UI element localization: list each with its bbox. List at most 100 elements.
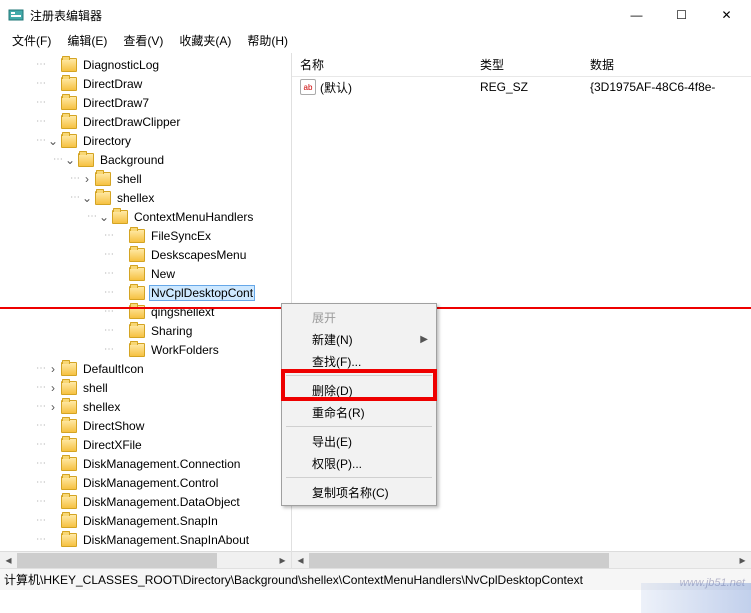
scroll-left-icon[interactable]: ◂ bbox=[0, 552, 17, 569]
col-data[interactable]: 数据 bbox=[582, 56, 751, 73]
maximize-button[interactable]: ☐ bbox=[659, 1, 704, 29]
separator bbox=[286, 426, 432, 427]
cell-name: ab (默认) bbox=[292, 79, 472, 96]
minimize-button[interactable]: — bbox=[614, 1, 659, 29]
tree-item[interactable]: ⋯⌄Background bbox=[0, 150, 291, 169]
tree-item[interactable]: ⋯⌄shellex bbox=[0, 188, 291, 207]
statusbar: 计算机\HKEY_CLASSES_ROOT\Directory\Backgrou… bbox=[0, 568, 751, 590]
collapse-icon[interactable]: ⌄ bbox=[81, 192, 93, 204]
folder-icon bbox=[61, 381, 77, 395]
folder-icon bbox=[61, 134, 77, 148]
ctx-export[interactable]: 导出(E) bbox=[284, 430, 434, 452]
tree-item[interactable]: ⋯ DiskManagement.DataObject bbox=[0, 492, 291, 511]
tree-item-label: NvCplDesktopCont bbox=[149, 285, 255, 301]
tree-item-label: WorkFolders bbox=[149, 342, 221, 358]
tree-item-label: DirectDrawClipper bbox=[81, 114, 182, 130]
tree-item[interactable]: ⋯DeskscapesMenu bbox=[0, 245, 291, 264]
tree-item[interactable]: ⋯ New bbox=[0, 264, 291, 283]
tree-item[interactable]: ⋯DirectShow bbox=[0, 416, 291, 435]
tree-item-label: DirectXFile bbox=[81, 437, 144, 453]
menu-file[interactable]: 文件(F) bbox=[4, 30, 59, 51]
tree-item[interactable]: ⋯›shell bbox=[0, 169, 291, 188]
tree-guide: ⋯ bbox=[53, 154, 62, 165]
tree-item[interactable]: ⋯DirectXFile bbox=[0, 435, 291, 454]
folder-icon bbox=[61, 77, 77, 91]
tree-item-label: DirectDraw7 bbox=[81, 95, 151, 111]
folder-icon bbox=[129, 248, 145, 262]
folder-icon bbox=[61, 514, 77, 528]
tree-guide: ⋯ bbox=[104, 287, 113, 298]
col-type[interactable]: 类型 bbox=[472, 56, 582, 73]
tree-guide: ⋯ bbox=[104, 268, 113, 279]
ctx-permissions[interactable]: 权限(P)... bbox=[284, 452, 434, 474]
tree-item[interactable]: ⋯DiskManagement.SnapInAbout bbox=[0, 530, 291, 549]
scroll-right-icon[interactable]: ▸ bbox=[734, 552, 751, 569]
tree-item-label: New bbox=[149, 266, 177, 282]
tree-item[interactable]: ⋯›DefaultIcon bbox=[0, 359, 291, 378]
scroll-thumb[interactable] bbox=[17, 553, 217, 568]
ctx-rename[interactable]: 重命名(R) bbox=[284, 401, 434, 423]
list-scrollbar[interactable]: ◂ ▸ bbox=[292, 551, 751, 568]
collapse-icon[interactable]: ⌄ bbox=[98, 211, 110, 223]
tree-item[interactable]: ⋯DiagnosticLog bbox=[0, 55, 291, 74]
tree-item[interactable]: ⋯Sharing bbox=[0, 321, 291, 340]
tree-item-label: DiagnosticLog bbox=[81, 57, 161, 73]
close-button[interactable]: ✕ bbox=[704, 1, 749, 29]
scroll-left-icon[interactable]: ◂ bbox=[292, 552, 309, 569]
string-value-icon: ab bbox=[300, 79, 316, 95]
collapse-icon[interactable]: ⌄ bbox=[64, 154, 76, 166]
tree-item[interactable]: ⋯WorkFolders bbox=[0, 340, 291, 359]
separator bbox=[286, 375, 432, 376]
col-name[interactable]: 名称 bbox=[292, 56, 472, 73]
tree-item[interactable]: ⋯DirectDraw bbox=[0, 74, 291, 93]
folder-icon bbox=[129, 343, 145, 357]
collapse-icon[interactable]: ⌄ bbox=[47, 135, 59, 147]
tree-item[interactable]: ⋯DiskManagement.Connection bbox=[0, 454, 291, 473]
menu-edit[interactable]: 编辑(E) bbox=[59, 30, 115, 51]
tree-guide: ⋯ bbox=[36, 420, 45, 431]
app-icon bbox=[8, 7, 24, 23]
folder-icon bbox=[61, 438, 77, 452]
expand-icon[interactable]: › bbox=[47, 401, 59, 413]
ctx-expand: 展开 bbox=[284, 306, 434, 328]
tree-item[interactable]: ⋯ NvCplDesktopCont bbox=[0, 283, 291, 302]
folder-icon bbox=[129, 286, 145, 300]
list-row[interactable]: ab (默认) REG_SZ {3D1975AF-48C6-4f8e- bbox=[292, 77, 751, 97]
expand-icon[interactable]: › bbox=[81, 173, 93, 185]
tree-item-label: shellex bbox=[81, 399, 122, 415]
menu-favorites[interactable]: 收藏夹(A) bbox=[171, 30, 239, 51]
tree-item[interactable]: ⋯›shell bbox=[0, 378, 291, 397]
tree-guide: ⋯ bbox=[36, 458, 45, 469]
tree-item-label: DiskManagement.DataObject bbox=[81, 494, 242, 510]
tree-guide: ⋯ bbox=[36, 477, 45, 488]
tree-item[interactable]: ⋯DiskManagement.Control bbox=[0, 473, 291, 492]
ctx-new[interactable]: 新建(N)▶ bbox=[284, 328, 434, 350]
menu-view[interactable]: 查看(V) bbox=[115, 30, 171, 51]
scroll-right-icon[interactable]: ▸ bbox=[274, 552, 291, 569]
folder-icon bbox=[61, 495, 77, 509]
expand-icon[interactable]: › bbox=[47, 382, 59, 394]
folder-icon bbox=[61, 476, 77, 490]
folder-icon bbox=[61, 400, 77, 414]
menu-help[interactable]: 帮助(H) bbox=[239, 30, 296, 51]
tree-item[interactable]: ⋯⌄Directory bbox=[0, 131, 291, 150]
tree-item[interactable]: ⋯DirectDraw7 bbox=[0, 93, 291, 112]
ctx-find[interactable]: 查找(F)... bbox=[284, 350, 434, 372]
tree-item-label: DiskManagement.SnapInAbout bbox=[81, 532, 251, 548]
separator bbox=[286, 477, 432, 478]
tree-item[interactable]: ⋯FileSyncEx bbox=[0, 226, 291, 245]
ctx-copy-key-name[interactable]: 复制项名称(C) bbox=[284, 481, 434, 503]
tree-item[interactable]: ⋯qingshellext bbox=[0, 302, 291, 321]
tree-scrollbar[interactable]: ◂ ▸ bbox=[0, 551, 291, 568]
tree-item[interactable]: ⋯DirectDrawClipper bbox=[0, 112, 291, 131]
tree-guide: ⋯ bbox=[87, 211, 96, 222]
scroll-thumb[interactable] bbox=[309, 553, 609, 568]
ctx-delete[interactable]: 删除(D) bbox=[284, 379, 434, 401]
tree-guide: ⋯ bbox=[36, 496, 45, 507]
folder-icon bbox=[112, 210, 128, 224]
context-menu: 展开 新建(N)▶ 查找(F)... 删除(D) 重命名(R) 导出(E) 权限… bbox=[281, 303, 437, 506]
tree-item[interactable]: ⋯DiskManagement.SnapIn bbox=[0, 511, 291, 530]
tree-item[interactable]: ⋯›shellex bbox=[0, 397, 291, 416]
expand-icon[interactable]: › bbox=[47, 363, 59, 375]
tree-item[interactable]: ⋯⌄ContextMenuHandlers bbox=[0, 207, 291, 226]
